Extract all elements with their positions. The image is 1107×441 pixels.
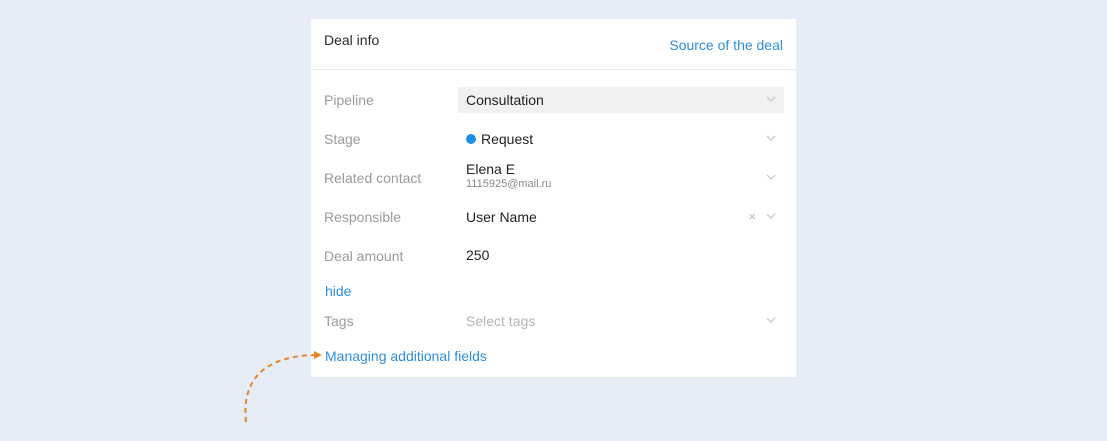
tags-label: Tags	[324, 313, 354, 329]
pipeline-row: Pipeline Consultation	[311, 87, 796, 113]
deal-amount-label: Deal amount	[324, 248, 404, 264]
stage-color-dot	[466, 134, 476, 144]
stage-select[interactable]: Request	[458, 126, 784, 152]
deal-amount-value: 250	[466, 247, 490, 263]
responsible-row: Responsible User Name ×	[311, 204, 796, 230]
contact-name: Elena E	[466, 161, 516, 177]
tags-placeholder: Select tags	[466, 313, 536, 329]
chevron-down-icon	[766, 213, 776, 219]
responsible-value: User Name	[466, 209, 537, 225]
dashed-arrow-icon	[244, 351, 322, 423]
responsible-label: Responsible	[324, 209, 402, 225]
deal-amount-input[interactable]: 250	[458, 243, 784, 269]
pipeline-label: Pipeline	[324, 92, 374, 108]
stage-value: Request	[481, 131, 534, 147]
hide-link[interactable]: hide	[325, 283, 351, 299]
card-header: Deal info Source of the deal	[311, 19, 796, 70]
managing-additional-fields-link[interactable]: Managing additional fields	[325, 348, 487, 364]
tags-select[interactable]: Select tags	[458, 308, 784, 334]
source-of-deal-link[interactable]: Source of the deal	[669, 37, 783, 53]
chevron-down-icon	[766, 135, 776, 141]
related-contact-row: Related contact Elena E 1115925@mail.ru	[311, 161, 796, 191]
chevron-down-icon	[766, 96, 776, 102]
deal-amount-row: Deal amount 250	[311, 243, 796, 269]
chevron-down-icon	[766, 317, 776, 323]
close-icon[interactable]: ×	[748, 210, 756, 224]
contact-email: 1115925@mail.ru	[466, 178, 552, 190]
card-title: Deal info	[324, 32, 380, 48]
stage-row: Stage Request	[311, 126, 796, 152]
chevron-down-icon	[766, 174, 776, 180]
deal-info-card: Deal info Source of the deal Pipeline Co…	[311, 19, 796, 377]
related-contact-label: Related contact	[324, 170, 422, 186]
pipeline-value: Consultation	[466, 92, 544, 108]
tags-row: Tags Select tags	[311, 308, 796, 334]
stage-label: Stage	[324, 131, 361, 147]
responsible-select[interactable]: User Name ×	[458, 204, 784, 230]
pipeline-select[interactable]: Consultation	[458, 87, 784, 113]
related-contact-select[interactable]: Elena E 1115925@mail.ru	[458, 161, 784, 191]
